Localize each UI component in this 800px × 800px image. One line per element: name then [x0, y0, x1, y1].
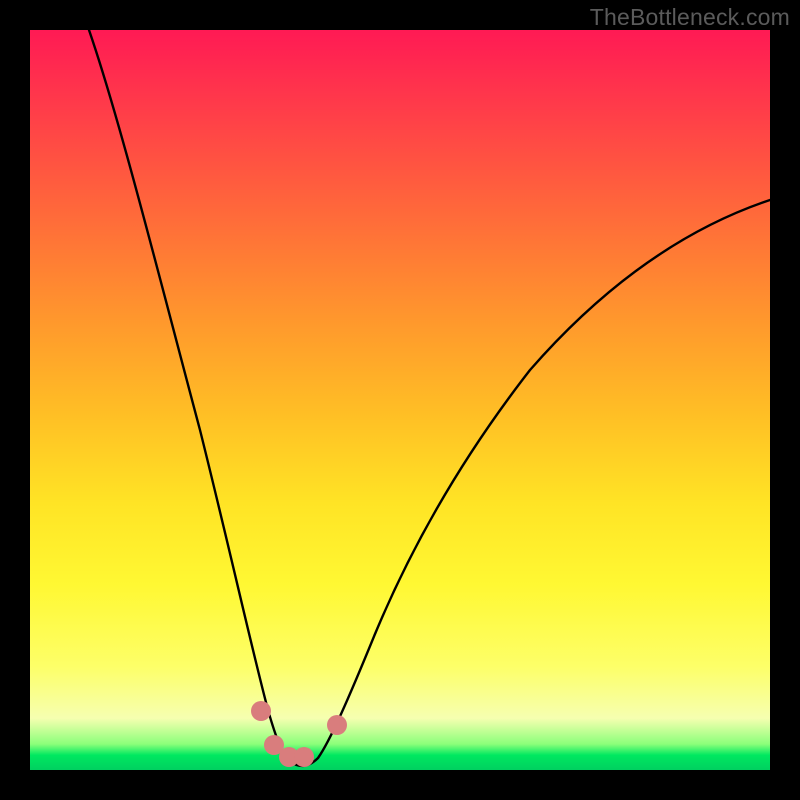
curve-layer — [30, 30, 770, 770]
plot-area — [30, 30, 770, 770]
trough-marker-left-icon — [251, 701, 271, 721]
trough-marker-right-icon — [327, 715, 347, 735]
bottleneck-curve — [89, 30, 770, 766]
watermark-text: TheBottleneck.com — [590, 4, 790, 31]
trough-marker-bottom3-icon — [294, 747, 314, 767]
chart-frame: TheBottleneck.com — [0, 0, 800, 800]
